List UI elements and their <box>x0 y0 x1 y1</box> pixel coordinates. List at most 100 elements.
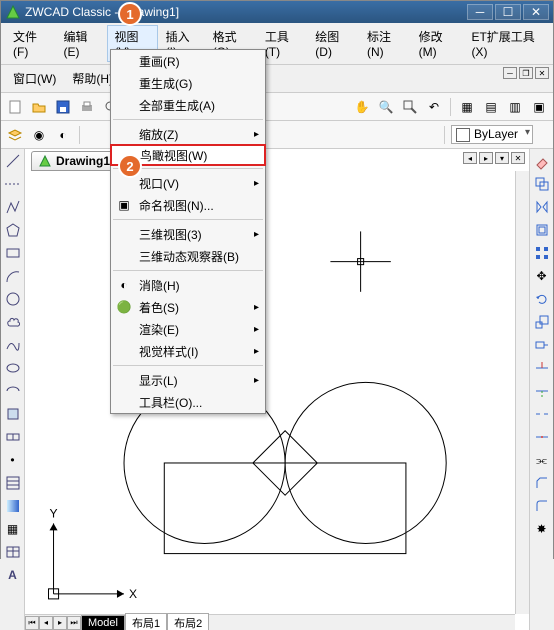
menu-item-3dview[interactable]: 三维视图(3)▸ <box>111 223 265 245</box>
maximize-button[interactable]: ☐ <box>495 4 521 20</box>
bylayer-label: ByLayer <box>474 127 518 141</box>
menu-item-render[interactable]: 渲染(E)▸ <box>111 318 265 340</box>
drawing-canvas[interactable]: X Y <box>25 171 515 614</box>
stretch-icon[interactable] <box>532 335 552 355</box>
zoom-previous-icon[interactable]: ↶ <box>424 97 444 117</box>
point-icon[interactable]: • <box>3 450 23 470</box>
trim-icon[interactable] <box>532 358 552 378</box>
scale-icon[interactable] <box>532 312 552 332</box>
tabrow-menu-icon[interactable]: ▾ <box>495 152 509 164</box>
menu-item-zoom[interactable]: 缩放(Z)▸ <box>111 123 265 145</box>
menu-modify[interactable]: 修改(M) <box>411 25 464 62</box>
pan-icon[interactable]: ✋ <box>352 97 372 117</box>
menu-item-regenall[interactable]: 全部重生成(A) <box>111 94 265 116</box>
ellipse-arc-icon[interactable] <box>3 381 23 401</box>
menu-file[interactable]: 文件(F) <box>5 25 55 62</box>
view4-icon[interactable]: ▣ <box>529 97 549 117</box>
tab-last-icon[interactable]: ⏭ <box>67 616 81 630</box>
menu-item-3dorbit[interactable]: 三维动态观察器(B) <box>111 245 265 267</box>
menubar: 文件(F) 编辑(E) 视图(V) 插入(I) 格式(O) 工具(T) 绘图(D… <box>1 23 553 65</box>
arc-icon[interactable] <box>3 266 23 286</box>
menu-edit[interactable]: 编辑(E) <box>55 25 106 62</box>
mirror-icon[interactable] <box>532 197 552 217</box>
tab-first-icon[interactable]: ⏮ <box>25 616 39 630</box>
erase-icon[interactable] <box>532 151 552 171</box>
menu-draw[interactable]: 绘图(D) <box>307 25 359 62</box>
tab-layout1[interactable]: 布局1 <box>125 613 167 630</box>
menu-window[interactable]: 窗口(W) <box>5 67 64 90</box>
extend-icon[interactable] <box>532 381 552 401</box>
break-icon[interactable] <box>532 404 552 424</box>
app-title: ZWCAD Classic <box>25 5 111 19</box>
menu-item-shade[interactable]: 🟢着色(S)▸ <box>111 296 265 318</box>
print-icon[interactable] <box>77 97 97 117</box>
toolbar-properties: ◉ ◐ ByLayer <box>1 121 553 149</box>
block-icon[interactable] <box>3 427 23 447</box>
new-icon[interactable] <box>5 97 25 117</box>
break2-icon[interactable] <box>532 427 552 447</box>
rotate-icon[interactable] <box>532 289 552 309</box>
circle-icon[interactable] <box>3 289 23 309</box>
line-icon[interactable] <box>3 151 23 171</box>
gradient-icon[interactable] <box>3 496 23 516</box>
color-dropdown[interactable]: ByLayer <box>451 125 533 144</box>
view1-icon[interactable]: ▦ <box>457 97 477 117</box>
minimize-button[interactable]: ─ <box>467 4 493 20</box>
menu-item-display[interactable]: 显示(L)▸ <box>111 369 265 391</box>
doc-minimize-button[interactable]: ─ <box>503 67 517 79</box>
mtext-icon[interactable]: A <box>3 565 23 585</box>
axis-y-label: Y <box>50 506 58 520</box>
offset-icon[interactable] <box>532 220 552 240</box>
pline-icon[interactable] <box>3 197 23 217</box>
copy-icon[interactable] <box>532 174 552 194</box>
menu-item-toolbars[interactable]: 工具栏(O)... <box>111 391 265 413</box>
explode-icon[interactable]: ✸ <box>532 519 552 539</box>
ucs-icon: X Y <box>49 506 138 601</box>
menu-item-regen[interactable]: 重生成(G) <box>111 72 265 94</box>
tabrow-left-icon[interactable]: ◂ <box>463 152 477 164</box>
join-icon[interactable]: ⫘ <box>532 450 552 470</box>
menu-item-redraw[interactable]: 重画(R) <box>111 50 265 72</box>
tabrow-close-icon[interactable]: ✕ <box>511 152 525 164</box>
doc-close-button[interactable]: ✕ <box>535 67 549 79</box>
tab-prev-icon[interactable]: ◂ <box>39 616 53 630</box>
tab-layout2[interactable]: 布局2 <box>167 613 209 630</box>
hatch-icon[interactable] <box>3 473 23 493</box>
view-menu-popup: 重画(R) 重生成(G) 全部重生成(A) 缩放(Z)▸ 鸟瞰视图(W) 视口(… <box>110 49 266 414</box>
view3-icon[interactable]: ▥ <box>505 97 525 117</box>
close-button[interactable]: ✕ <box>523 4 549 20</box>
save-icon[interactable] <box>53 97 73 117</box>
tab-next-icon[interactable]: ▸ <box>53 616 67 630</box>
tab-model[interactable]: Model <box>81 615 125 630</box>
zoom-window-icon[interactable] <box>400 97 420 117</box>
doc-restore-button[interactable]: ❐ <box>519 67 533 79</box>
insert-icon[interactable] <box>3 404 23 424</box>
tabrow-right-icon[interactable]: ▸ <box>479 152 493 164</box>
vertical-scrollbar[interactable] <box>515 171 529 614</box>
view2-icon[interactable]: ▤ <box>481 97 501 117</box>
menu-item-namedview[interactable]: ▣命名视图(N)... <box>111 194 265 216</box>
revcloud-icon[interactable] <box>3 312 23 332</box>
chamfer-icon[interactable] <box>532 473 552 493</box>
menu-item-hide[interactable]: ◐消隐(H) <box>111 274 265 296</box>
move-icon[interactable]: ✥ <box>532 266 552 286</box>
axis-x-label: X <box>129 587 137 601</box>
table-icon[interactable] <box>3 542 23 562</box>
menu-dimension[interactable]: 标注(N) <box>359 25 411 62</box>
polygon-icon[interactable] <box>3 220 23 240</box>
region-icon[interactable]: ▦ <box>3 519 23 539</box>
array-icon[interactable] <box>532 243 552 263</box>
menu-item-visualstyle[interactable]: 视觉样式(I)▸ <box>111 340 265 362</box>
menu-et[interactable]: ET扩展工具(X) <box>463 25 549 62</box>
fillet-icon[interactable] <box>532 496 552 516</box>
layer-prev-icon[interactable]: ◐ <box>53 125 73 145</box>
layer-manager-icon[interactable] <box>5 125 25 145</box>
ellipse-icon[interactable] <box>3 358 23 378</box>
xline-icon[interactable] <box>3 174 23 194</box>
zoom-realtime-icon[interactable]: 🔍 <box>376 97 396 117</box>
rectangle-icon[interactable] <box>3 243 23 263</box>
toolbar-standard: ✋ 🔍 ↶ ▦ ▤ ▥ ▣ <box>1 93 553 121</box>
open-icon[interactable] <box>29 97 49 117</box>
spline-icon[interactable] <box>3 335 23 355</box>
layer-state-icon[interactable]: ◉ <box>29 125 49 145</box>
